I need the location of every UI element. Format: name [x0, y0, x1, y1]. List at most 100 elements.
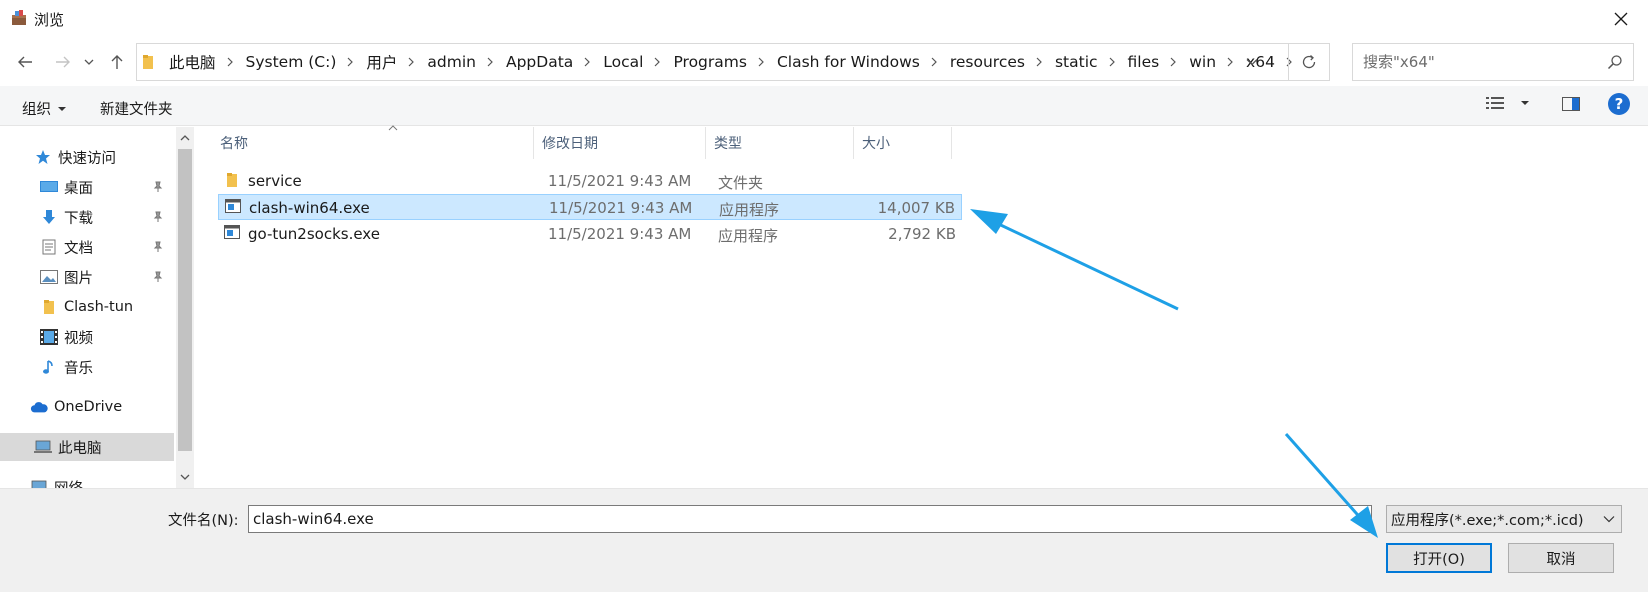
breadcrumb-label: Clash for Windows	[776, 53, 920, 71]
column-header-type[interactable]: 类型	[706, 127, 854, 159]
chevron-up-icon	[180, 135, 190, 141]
column-header-date[interactable]: 修改日期	[534, 127, 706, 159]
sidebar-item-pictures[interactable]: 图片	[0, 263, 174, 291]
breadcrumb-item[interactable]: Local	[603, 53, 673, 71]
breadcrumb-label: AppData	[505, 53, 574, 71]
breadcrumb-item[interactable]: resources	[950, 53, 1055, 71]
preview-pane-icon	[1562, 97, 1580, 111]
sidebar-item-label: 下载	[64, 210, 93, 227]
breadcrumb-item[interactable]: files	[1128, 53, 1190, 71]
sidebar-item-network[interactable]: 网络	[0, 473, 174, 488]
cloud-icon	[30, 398, 48, 416]
file-type-select[interactable]: 应用程序(*.exe;*.com;*.icd)	[1386, 505, 1622, 533]
file-size: 14,007 KB	[877, 199, 955, 217]
search-box[interactable]	[1352, 43, 1634, 81]
pin-icon	[153, 211, 163, 222]
close-button[interactable]	[1604, 4, 1638, 34]
picture-icon	[40, 268, 58, 286]
window-title: 浏览	[34, 11, 65, 29]
breadcrumb-item[interactable]: 此电脑	[169, 51, 246, 73]
sidebar-item-label: 音乐	[64, 360, 93, 377]
file-date: 11/5/2021 9:43 AM	[548, 225, 692, 243]
refresh-icon	[1302, 55, 1316, 69]
pin-icon	[153, 271, 163, 282]
scroll-up-button[interactable]	[178, 131, 192, 145]
sidebar-item-this-pc[interactable]: 此电脑	[0, 433, 174, 461]
file-name: clash-win64.exe	[249, 199, 370, 217]
file-date: 11/5/2021 9:43 AM	[549, 199, 693, 217]
up-button[interactable]	[104, 48, 130, 76]
chevron-down-icon	[1246, 59, 1258, 66]
chevron-down-icon	[84, 59, 94, 65]
file-name: service	[248, 172, 302, 190]
forward-button[interactable]	[50, 48, 76, 76]
view-options-button[interactable]	[1486, 96, 1530, 110]
column-header-size[interactable]: 大小	[854, 127, 952, 159]
breadcrumb-label: Programs	[673, 53, 747, 71]
breadcrumb-label: 用户	[366, 54, 398, 72]
breadcrumb-item[interactable]: 用户	[366, 51, 427, 73]
filename-label: 文件名(N):	[168, 513, 239, 529]
cancel-button[interactable]: 取消	[1508, 543, 1614, 573]
breadcrumb-item[interactable]: static	[1055, 53, 1128, 71]
file-row-service[interactable]: service 11/5/2021 9:43 AM 文件夹	[218, 168, 962, 194]
arrow-left-icon	[18, 56, 32, 68]
breadcrumb-item[interactable]: System (C:)	[246, 53, 367, 71]
file-date: 11/5/2021 9:43 AM	[548, 172, 692, 190]
breadcrumb-item[interactable]: Programs	[673, 53, 776, 71]
breadcrumb-label: admin	[427, 53, 476, 71]
sidebar-item-videos[interactable]: 视频	[0, 323, 174, 351]
file-type: 应用程序	[718, 227, 779, 245]
sidebar-item-documents[interactable]: 文档	[0, 233, 174, 261]
sidebar-item-label: 快速访问	[58, 150, 116, 167]
breadcrumb-label: files	[1127, 53, 1160, 71]
search-input[interactable]	[1361, 44, 1591, 80]
scroll-thumb[interactable]	[178, 149, 192, 451]
sidebar-item-music[interactable]: 音乐	[0, 353, 174, 381]
sidebar-item-clash-tun[interactable]: Clash-tun	[0, 293, 174, 321]
open-button[interactable]: 打开(O)	[1386, 543, 1492, 573]
sidebar-item-label: 视频	[64, 330, 93, 347]
back-button[interactable]	[12, 48, 38, 76]
filename-input[interactable]	[248, 505, 1372, 533]
preview-pane-button[interactable]	[1562, 96, 1580, 116]
navigation-pane: 快速访问 桌面 下载 文档 图片 Clash-tun 视频 音乐 OneDriv…	[0, 127, 176, 488]
breadcrumb-item[interactable]: admin	[427, 53, 506, 71]
pin-icon	[153, 241, 163, 252]
arrow-right-icon	[56, 56, 70, 68]
organize-button[interactable]: 组织	[22, 98, 67, 119]
video-icon	[40, 328, 58, 346]
sidebar-scrollbar[interactable]	[176, 127, 194, 488]
title-bar: 浏览	[0, 0, 1648, 38]
help-icon: ?	[1614, 95, 1624, 113]
sidebar-item-quick-access[interactable]: 快速访问	[0, 143, 174, 171]
chevron-right-icon	[408, 57, 415, 67]
address-history-button[interactable]	[1235, 44, 1269, 80]
help-button[interactable]: ?	[1608, 93, 1630, 115]
star-icon	[34, 148, 52, 166]
sidebar-item-desktop[interactable]: 桌面	[0, 173, 174, 201]
file-row-clash-win64[interactable]: clash-win64.exe 11/5/2021 9:43 AM 应用程序 1…	[218, 194, 962, 220]
recent-locations-button[interactable]	[80, 48, 98, 76]
chevron-right-icon	[487, 57, 493, 67]
sidebar-item-label: 文档	[64, 240, 93, 257]
sidebar-item-downloads[interactable]: 下载	[0, 203, 174, 231]
breadcrumb-label: win	[1189, 53, 1217, 71]
file-row-go-tun2socks[interactable]: go-tun2socks.exe 11/5/2021 9:43 AM 应用程序 …	[218, 221, 962, 247]
chevron-right-icon	[227, 57, 233, 67]
chevron-right-icon	[347, 57, 354, 67]
sidebar-item-label: 图片	[64, 270, 93, 287]
breadcrumb-label: 此电脑	[169, 54, 216, 72]
download-icon	[40, 208, 58, 226]
address-bar[interactable]: 此电脑 System (C:) 用户 admin AppData Local P…	[136, 43, 1330, 81]
scroll-down-button[interactable]	[178, 470, 192, 484]
arrow-up-icon	[111, 55, 123, 69]
column-header-label: 名称	[220, 136, 248, 152]
refresh-button[interactable]	[1289, 44, 1329, 80]
details-view-icon	[1486, 97, 1504, 109]
breadcrumb-item[interactable]: Clash for Windows	[777, 53, 950, 71]
sidebar-item-onedrive[interactable]: OneDrive	[0, 393, 174, 421]
breadcrumb-item[interactable]: AppData	[506, 53, 603, 71]
new-folder-button[interactable]: 新建文件夹	[100, 98, 173, 119]
column-header-name[interactable]: 名称	[212, 125, 534, 159]
